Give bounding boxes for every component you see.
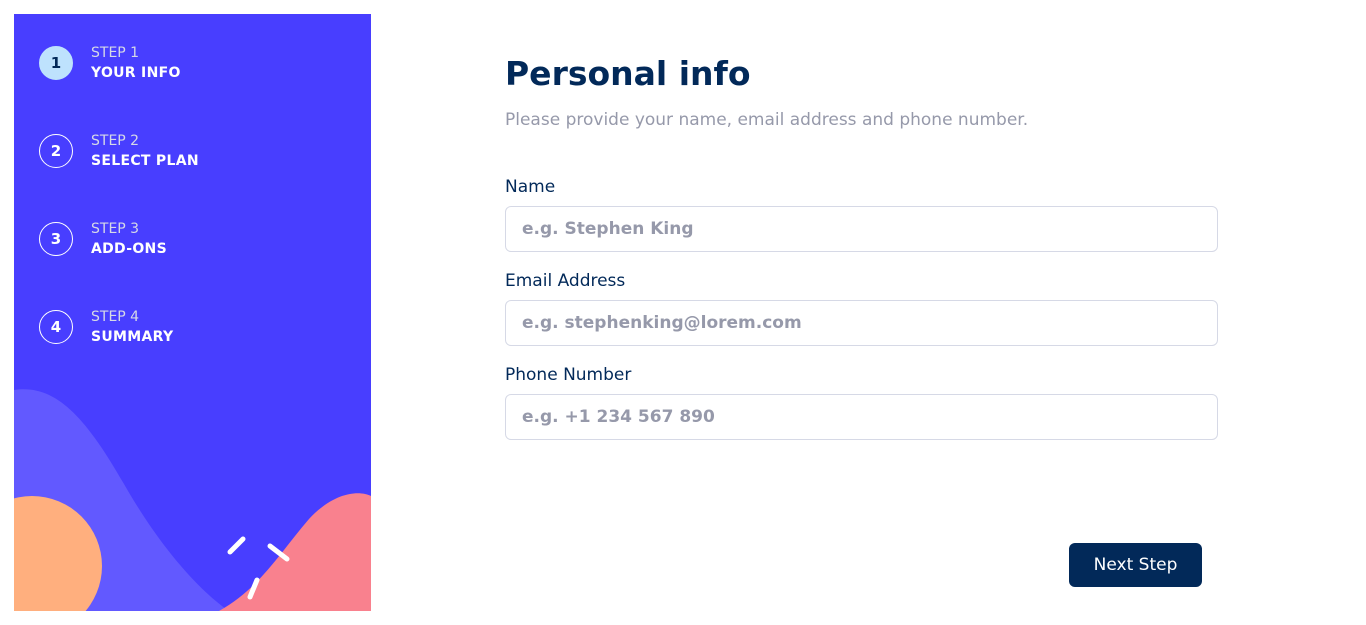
pink-wave-shape: [219, 493, 371, 611]
sidebar: 1 STEP 1 YOUR INFO 2 STEP 2 SELECT PLAN …: [14, 14, 371, 611]
step-name: ADD-ONS: [91, 240, 167, 257]
email-input[interactable]: [505, 300, 1218, 346]
personal-info-form: Personal info Please provide your name, …: [505, 0, 1218, 625]
step-label: STEP 2: [91, 132, 140, 149]
sidebar-step-2[interactable]: 2 STEP 2 SELECT PLAN: [39, 131, 199, 171]
page-title: Personal info: [505, 54, 751, 93]
sidebar-step-4[interactable]: 4 STEP 4 SUMMARY: [39, 307, 173, 347]
name-input[interactable]: [505, 206, 1218, 252]
step-number-badge: 1: [39, 46, 73, 80]
step-number-badge: 3: [39, 222, 73, 256]
phone-input[interactable]: [505, 394, 1218, 440]
email-field-label: Email Address: [505, 271, 626, 291]
page-subtitle: Please provide your name, email address …: [505, 110, 1029, 130]
step-name: SUMMARY: [91, 328, 174, 345]
step-number-badge: 4: [39, 310, 73, 344]
next-step-button[interactable]: Next Step: [1069, 543, 1202, 587]
step-number-badge: 2: [39, 134, 73, 168]
step-name: YOUR INFO: [91, 64, 181, 81]
name-field-label: Name: [505, 177, 556, 197]
sidebar-step-3[interactable]: 3 STEP 3 ADD-ONS: [39, 219, 167, 259]
confetti-dash-1: [227, 536, 246, 555]
step-label: STEP 3: [91, 220, 140, 237]
phone-field-label: Phone Number: [505, 365, 632, 385]
sidebar-step-1[interactable]: 1 STEP 1 YOUR INFO: [39, 43, 181, 83]
step-name: SELECT PLAN: [91, 152, 199, 169]
step-label: STEP 4: [91, 308, 140, 325]
step-label: STEP 1: [91, 44, 140, 61]
